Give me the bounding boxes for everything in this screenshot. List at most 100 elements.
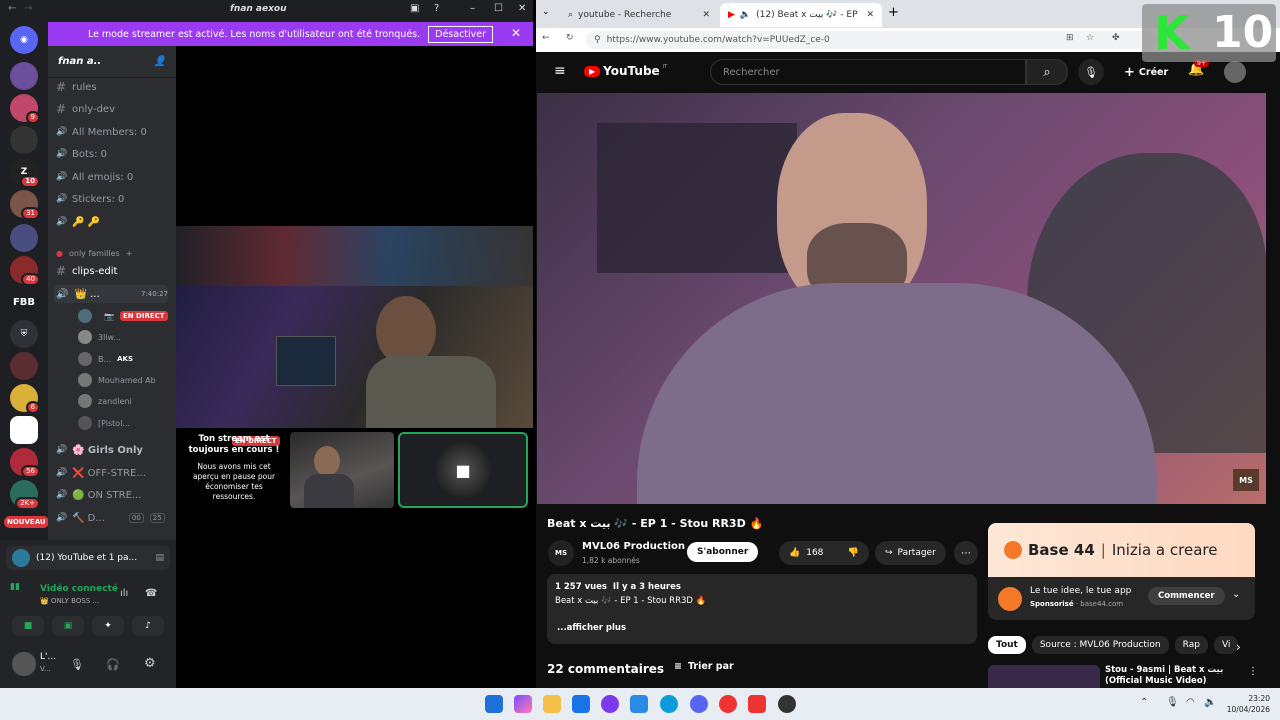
- settings-gear-icon[interactable]: ⚙: [144, 656, 156, 671]
- headphones-icon[interactable]: 🎧: [106, 658, 120, 671]
- volume-icon[interactable]: 🔈: [1204, 697, 1216, 708]
- server-icon[interactable]: [10, 126, 38, 154]
- thumbs-down-icon[interactable]: 👎: [848, 548, 859, 558]
- voice-user[interactable]: 📷 EN DIRECT: [78, 307, 168, 325]
- thumbs-up-icon[interactable]: 👍: [789, 548, 800, 558]
- back-icon[interactable]: ←: [8, 3, 16, 14]
- server-icon[interactable]: 9: [10, 94, 40, 124]
- voice-user[interactable]: zandleni: [78, 392, 132, 410]
- discord-home-icon[interactable]: ◉: [10, 26, 38, 54]
- camera-button[interactable]: ■: [12, 616, 44, 636]
- close-banner-icon[interactable]: ✕: [511, 26, 521, 40]
- server-icon[interactable]: ⛨: [10, 320, 38, 348]
- avatar[interactable]: [12, 652, 36, 676]
- activities-button[interactable]: ✦: [92, 616, 124, 636]
- mail-icon[interactable]: [630, 695, 648, 713]
- ad-info[interactable]: Le tue idee, le tue app Sponsorisé · bas…: [988, 577, 1255, 620]
- discord-taskbar-icon[interactable]: [690, 695, 708, 713]
- channel-name[interactable]: MVL06 Production: [582, 541, 685, 552]
- server-icon[interactable]: 56: [10, 448, 40, 478]
- subscribe-button[interactable]: S'abonner: [687, 542, 759, 562]
- channel-item[interactable]: 🔊 🔑 🔑: [56, 213, 100, 231]
- back-icon[interactable]: ←: [542, 33, 550, 43]
- channel-item[interactable]: 🔊 All Members: 0: [56, 123, 147, 141]
- chevron-right-icon[interactable]: ›: [1236, 640, 1241, 654]
- server-header[interactable]: fnan a.. 👤: [48, 46, 176, 78]
- voice-user[interactable]: [Pistol...: [78, 414, 130, 432]
- chip-all[interactable]: Tout: [988, 636, 1026, 654]
- new-tab-icon[interactable]: +: [888, 5, 899, 20]
- more-vertical-icon[interactable]: ⋮: [1248, 666, 1258, 677]
- category-header[interactable]: ● only familles +: [56, 244, 132, 262]
- clock[interactable]: 23:20 10/04/2026: [1222, 693, 1270, 715]
- voice-channel-item[interactable]: 🔊 ❌ OFF-STRE...: [56, 464, 146, 482]
- channel-item[interactable]: 🔊 All emojis: 0: [56, 168, 133, 186]
- app-icon[interactable]: [719, 695, 737, 713]
- noise-icon[interactable]: ılı: [120, 588, 128, 599]
- live-voice-channel[interactable]: 🔊 👑 ... 7:40:27: [54, 285, 168, 303]
- extension-icon[interactable]: ⊞: [1066, 33, 1074, 43]
- voice-user[interactable]: Mouhamed Ab: [78, 371, 156, 389]
- channel-item[interactable]: # rules: [56, 78, 97, 96]
- site-info-icon[interactable]: ⚲: [594, 35, 601, 45]
- help-icon[interactable]: ?: [434, 3, 439, 14]
- tab-youtube-video[interactable]: ▶ 🔈 (12) Beat x بيت 🎶 - EP 1 - Stou ✕: [720, 3, 882, 27]
- create-button[interactable]: + Créer: [1124, 65, 1168, 80]
- app-icon[interactable]: [601, 695, 619, 713]
- video-player[interactable]: MS: [537, 93, 1266, 504]
- screen-share-button[interactable]: ▣: [52, 616, 84, 636]
- start-icon[interactable]: [485, 695, 503, 713]
- menu-icon[interactable]: ≡: [554, 63, 566, 79]
- microphone-icon[interactable]: 🎙: [1166, 697, 1179, 708]
- voice-channel-item[interactable]: 🔊 🟢 ON STRE...: [56, 486, 141, 504]
- app-icon[interactable]: [748, 695, 766, 713]
- server-icon[interactable]: 31: [10, 190, 40, 220]
- channel-avatar[interactable]: MS: [548, 540, 574, 566]
- add-channel-icon[interactable]: +: [126, 249, 133, 258]
- show-more-link[interactable]: ...afficher plus: [557, 623, 626, 633]
- obs-icon[interactable]: [778, 695, 796, 713]
- copilot-icon[interactable]: [514, 695, 532, 713]
- channel-item[interactable]: # only-dev: [56, 100, 115, 118]
- voice-search-button[interactable]: 🎙: [1078, 59, 1104, 85]
- channel-watermark[interactable]: MS: [1233, 469, 1259, 491]
- server-icon[interactable]: [10, 224, 38, 252]
- voice-channel-item[interactable]: 🔊 🌸 Girls Only: [56, 441, 143, 459]
- ad-cta-button[interactable]: Commencer: [1148, 587, 1225, 605]
- disconnect-icon[interactable]: ☎: [145, 588, 157, 599]
- wifi-icon[interactable]: ◠: [1186, 697, 1195, 708]
- soundboard-button[interactable]: ♪: [132, 616, 164, 636]
- server-icon[interactable]: Z 10: [10, 158, 40, 188]
- tab-youtube-search[interactable]: ⌕ youtube - Recherche ✕: [560, 3, 718, 27]
- forward-icon[interactable]: →: [24, 3, 32, 14]
- search-input[interactable]: Rechercher: [710, 59, 1026, 85]
- voice-channel-item[interactable]: 🔊 🔨 D... 00 25: [56, 509, 165, 527]
- channel-item[interactable]: 🔊 Bots: 0: [56, 145, 107, 163]
- account-avatar[interactable]: [1224, 61, 1246, 83]
- dm-item[interactable]: (12) YouTube et 1 pa... ▤: [6, 546, 170, 570]
- reload-icon[interactable]: ↻: [566, 33, 574, 43]
- chevron-down-icon[interactable]: ⌄: [1232, 589, 1240, 600]
- add-member-icon[interactable]: 👤: [154, 56, 166, 67]
- maximize-icon[interactable]: ☐: [494, 3, 503, 14]
- server-icon-fbb[interactable]: FBB: [10, 288, 38, 316]
- store-icon[interactable]: [572, 695, 590, 713]
- popout-icon[interactable]: ▤: [155, 553, 164, 563]
- server-icon[interactable]: 2K+: [10, 480, 40, 510]
- chip-source[interactable]: Source : MVL06 Production: [1031, 636, 1169, 654]
- disable-button[interactable]: Désactiver: [428, 25, 494, 43]
- recommended-title[interactable]: Stou - 9asmi | Beat x بيت (Official Musi…: [1105, 665, 1245, 688]
- server-icon[interactable]: [10, 352, 38, 380]
- chip-rap[interactable]: Rap: [1174, 636, 1208, 654]
- server-icon[interactable]: [10, 416, 38, 444]
- server-icon[interactable]: 40: [10, 256, 40, 286]
- camera-off-tile[interactable]: ■: [398, 432, 528, 508]
- channel-item[interactable]: 🔊 Stickers: 0: [56, 190, 124, 208]
- sort-button[interactable]: ≡ Trier par: [674, 661, 734, 672]
- close-tab-icon[interactable]: ✕: [866, 10, 874, 20]
- close-tab-icon[interactable]: ✕: [702, 10, 710, 20]
- share-button[interactable]: ↪ Partager: [875, 541, 946, 565]
- file-explorer-icon[interactable]: [543, 695, 561, 713]
- close-icon[interactable]: ✕: [518, 3, 526, 14]
- stream-preview[interactable]: [176, 226, 533, 428]
